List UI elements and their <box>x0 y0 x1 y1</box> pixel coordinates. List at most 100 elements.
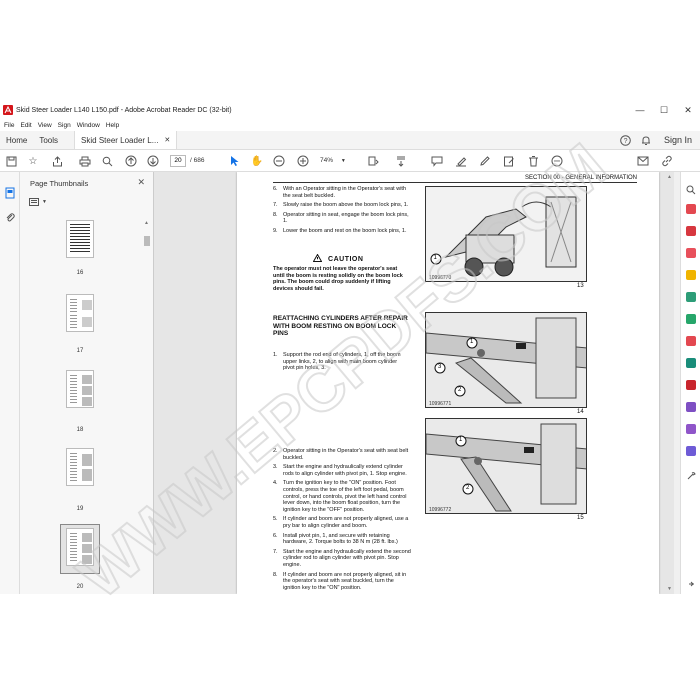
steps-mid: 1. Support the rod end of cylinders, 1, o… <box>273 352 409 375</box>
search-icon[interactable] <box>100 154 114 168</box>
caution-title: CAUTION <box>273 253 403 263</box>
menu-help[interactable]: Help <box>106 122 119 129</box>
save-icon[interactable] <box>4 154 18 168</box>
section-subheading: REATTACHING CYLINDERS AFTER REPAIR WITH … <box>273 315 408 337</box>
attachment-paperclip-icon[interactable] <box>5 210 15 228</box>
zoom-level-value: 74% <box>320 157 334 164</box>
thumbnail-page-20[interactable] <box>66 528 94 566</box>
zoom-in-icon[interactable] <box>296 154 310 168</box>
thumbnail-page-19[interactable] <box>66 448 94 486</box>
previous-page-icon[interactable] <box>124 154 138 168</box>
fill-and-sign-icon[interactable] <box>686 380 696 390</box>
section-header: SECTION 00 - GENERAL INFORMATION <box>273 175 637 183</box>
select-cursor-icon[interactable] <box>228 154 242 168</box>
step-item: 3. Start the engine and hydraulically ext… <box>273 464 407 477</box>
scroll-up-arrow-icon[interactable]: ▲ <box>667 174 672 180</box>
email-share-icon[interactable] <box>636 154 650 168</box>
menu-sign[interactable]: Sign <box>58 122 71 129</box>
hand-tool-icon[interactable]: ✋ <box>250 154 264 168</box>
tab-home[interactable]: Home <box>0 131 33 149</box>
step-item: 6. With an Operator sitting in the Operat… <box>273 186 407 199</box>
figure-caption: 10996770 <box>429 275 452 281</box>
minimize-icon[interactable]: — <box>628 105 652 115</box>
request-signature-icon[interactable] <box>686 402 696 412</box>
document-view[interactable]: SECTION 00 - GENERAL INFORMATION 6. With … <box>154 172 674 594</box>
chevron-down-icon: ▼ <box>340 158 346 164</box>
svg-text:?: ? <box>624 138 628 145</box>
comment-tool-icon[interactable] <box>686 270 696 280</box>
create-pdf-icon[interactable] <box>686 204 696 214</box>
thumbnail-page-16[interactable] <box>66 220 94 258</box>
protect-pdf-icon[interactable] <box>686 446 696 456</box>
sign-in-button[interactable]: Sign In <box>656 131 700 149</box>
panel-title: Page Thumbnails <box>30 179 89 188</box>
figure-callout: 1 <box>470 338 474 345</box>
next-page-icon[interactable] <box>146 154 160 168</box>
thumbnail-page-17[interactable] <box>66 294 94 332</box>
toolbar: ☆ 20 / 686 ✋ 74% ▼ <box>0 150 700 172</box>
panel-scrollbar-thumb[interactable] <box>144 236 150 246</box>
close-window-icon[interactable]: ✕ <box>676 105 700 116</box>
scroll-mode-icon[interactable] <box>394 154 408 168</box>
scroll-up-arrow-icon[interactable]: ▲ <box>144 220 149 226</box>
share-upload-icon[interactable] <box>50 154 64 168</box>
print-icon[interactable] <box>78 154 92 168</box>
steps-top: 6. With an Operator sitting in the Operat… <box>273 186 411 238</box>
comment-icon[interactable] <box>430 154 444 168</box>
organize-pages-icon[interactable] <box>686 292 696 302</box>
figure-callout: 1 <box>459 436 463 443</box>
page-thumbnails-icon[interactable] <box>5 186 15 204</box>
step-item: 6. Install pivot pin, 1, and secure with … <box>273 532 398 546</box>
steps-bottom: 2. Operator sitting in the Operator's sea… <box>273 448 411 594</box>
more-tools-icon[interactable] <box>550 154 564 168</box>
zoom-search-icon[interactable] <box>686 182 696 195</box>
highlight-pen-icon[interactable] <box>454 154 468 168</box>
thumbnail-page-18[interactable] <box>66 370 94 408</box>
tab-document[interactable]: Skid Steer Loader L... ✕ <box>74 131 178 149</box>
send-for-signature-icon[interactable] <box>686 424 696 434</box>
menu-window[interactable]: Window <box>77 122 100 129</box>
figure-number: 13 <box>577 283 584 289</box>
close-panel-icon[interactable]: ✕ <box>137 177 145 188</box>
delete-trash-icon[interactable] <box>526 154 540 168</box>
thumbnail-options-icon <box>29 198 39 206</box>
bookmark-star-icon[interactable]: ☆ <box>26 154 40 168</box>
step-item: 8. Operator sitting in seat, engage the b… <box>273 211 409 225</box>
thumbnail-label: 20 <box>76 584 84 590</box>
caution-text: The operator must not leave the operator… <box>273 266 403 292</box>
maximize-icon[interactable]: ☐ <box>652 105 676 116</box>
thumbnail-label: 16 <box>76 270 84 276</box>
step-item: 7. Slowly raise the boom above the boom l… <box>273 202 409 209</box>
scroll-down-arrow-icon[interactable]: ▼ <box>667 586 672 592</box>
left-icon-strip <box>0 172 20 594</box>
link-share-icon[interactable] <box>660 154 674 168</box>
compress-pdf-icon[interactable] <box>686 336 696 346</box>
edit-pdf-icon[interactable] <box>686 226 696 236</box>
zoom-level-dropdown[interactable]: 74% ▼ <box>320 155 354 167</box>
tab-bar: Home Tools Skid Steer Loader L... ✕ ? Si… <box>0 131 700 150</box>
menu-file[interactable]: File <box>4 122 14 129</box>
document-scrollbar[interactable]: ▲ ▼ <box>666 174 673 592</box>
close-tab-icon[interactable]: ✕ <box>164 136 170 144</box>
more-tools-wrench-icon[interactable] <box>686 468 696 480</box>
export-excel-icon[interactable] <box>686 314 696 324</box>
fit-page-icon[interactable] <box>366 154 380 168</box>
tab-tools[interactable]: Tools <box>33 131 64 149</box>
zoom-out-icon[interactable] <box>272 154 286 168</box>
draw-pencil-icon[interactable] <box>478 154 492 168</box>
export-pdf-icon[interactable] <box>686 248 696 258</box>
help-icon[interactable]: ? <box>616 131 636 149</box>
menu-view[interactable]: View <box>38 122 52 129</box>
right-tools-rail <box>680 172 700 594</box>
figure-callout: 2 <box>458 386 462 393</box>
page-number-input[interactable]: 20 <box>170 155 186 167</box>
step-item: 5. If cylinder and boom are not properly … <box>273 516 409 529</box>
pivot-pin-illustration <box>426 419 586 513</box>
thumbnail-options-button[interactable]: ▼ <box>29 198 47 206</box>
fill-sign-icon[interactable] <box>502 154 516 168</box>
scan-ocr-icon[interactable] <box>686 358 696 368</box>
notifications-bell-icon[interactable] <box>636 131 656 149</box>
menu-edit[interactable]: Edit <box>20 122 31 129</box>
panel-scrollbar[interactable]: ▲ <box>144 220 150 580</box>
collapse-rail-icon[interactable] <box>686 576 696 587</box>
